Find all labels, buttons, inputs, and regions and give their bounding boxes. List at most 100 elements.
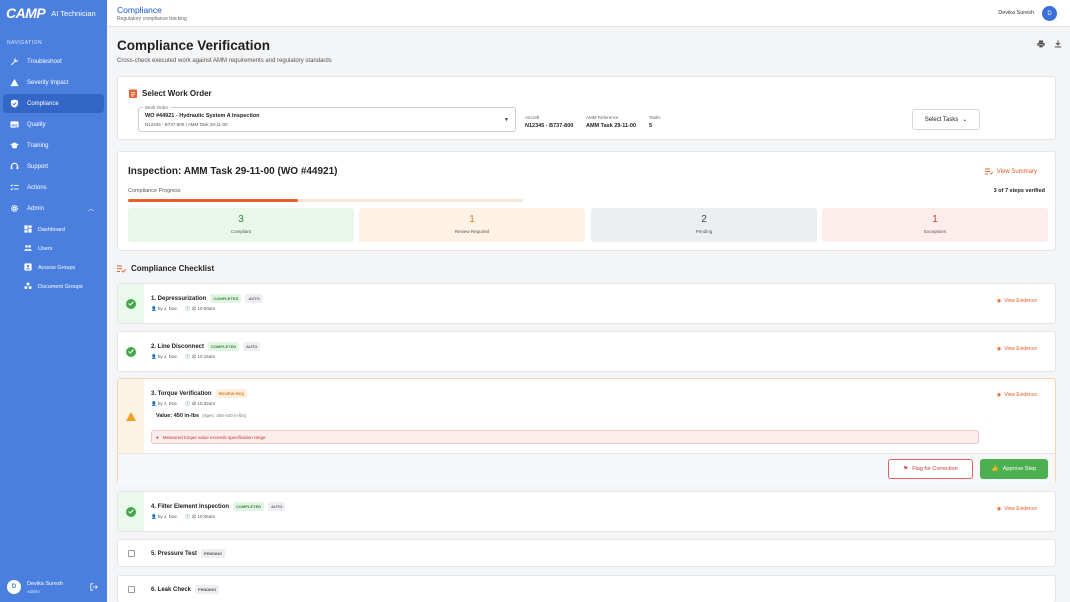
step-time: @ 10:45am: [191, 514, 216, 519]
checklist-title: Compliance Checklist: [131, 264, 215, 273]
meta-label: AMM Reference: [586, 115, 619, 120]
sidebar-subitem-label: Document Groups: [38, 283, 83, 290]
sidebar-item-actions[interactable]: Actions: [3, 178, 104, 197]
step-by: by J. Doe: [157, 401, 177, 406]
approve-step-button[interactable]: 👍 Approve Step: [980, 459, 1048, 479]
meta-value: 5: [649, 123, 653, 129]
sidebar-item-training[interactable]: Training: [3, 136, 104, 155]
step-title-row: 3. Torque Verification REVIEW REQ: [151, 389, 248, 398]
sidebar-item-label: Actions: [27, 184, 47, 191]
stat-label: Review Required: [454, 229, 490, 234]
user-icon: 👤 by J. Doe: [151, 306, 177, 311]
sidebar-item-troubleshoot[interactable]: Troubleshoot: [3, 52, 104, 71]
svg-text:HQ: HQ: [11, 122, 17, 127]
tasks-info: Tasks 5: [649, 115, 661, 129]
flag-icon: ⚑: [903, 466, 909, 472]
topbar-title: Compliance: [117, 5, 162, 15]
view-evidence-button[interactable]: ◉ View Evidence: [997, 506, 1037, 512]
sidebar-subitem-document-groups[interactable]: Document Groups: [0, 277, 107, 296]
meta-label: Tasks: [649, 115, 661, 120]
eye-icon: ◉: [996, 506, 1002, 512]
page-title: Compliance Verification: [117, 38, 271, 53]
select-tasks-button[interactable]: Select Tasks ⌄: [912, 109, 980, 130]
avatar[interactable]: D: [7, 580, 21, 594]
avatar[interactable]: D: [1042, 6, 1057, 21]
sidebar-subitem-label: Access Groups: [38, 264, 76, 271]
headset-icon: [10, 162, 19, 171]
view-evidence-button[interactable]: ◉ View Evidence: [997, 392, 1037, 398]
clock-icon: 🕓 @ 10:15am: [184, 354, 216, 359]
checklist-step: 4. Filter Element Inspection COMPLETED A…: [117, 491, 1056, 532]
eye-icon: ◉: [996, 346, 1002, 352]
progress-label: Compliance Progress: [128, 188, 181, 194]
sidebar-item-admin[interactable]: Admin ︿: [3, 199, 104, 218]
app-subtitle: AI Technician: [51, 8, 96, 18]
step-title-row: 2. Line Disconnect COMPLETED AUTO: [151, 342, 261, 351]
sidebar-item-label: Quality: [27, 121, 46, 128]
step-title: 1. Depressurization: [151, 295, 207, 302]
sidebar-item-compliance[interactable]: Compliance: [3, 94, 104, 113]
button-label: Select Tasks: [924, 116, 959, 123]
logout-icon[interactable]: [90, 583, 98, 591]
progress-bar: [128, 199, 523, 202]
step-status: [118, 284, 144, 323]
error-alert: ● Measured torque value exceeds specifica…: [151, 430, 979, 444]
button-label: View Evidence: [1004, 506, 1037, 512]
stat-compliant: 3 Compliant: [128, 208, 354, 242]
button-label: Flag for Correction: [912, 466, 958, 472]
button-label: View Evidence: [1004, 392, 1037, 398]
topbar-user-name: Devika Suresh: [998, 10, 1034, 16]
step-title-row: 6. Leak Check PENDING: [151, 585, 220, 594]
clock-icon: 🕓 @ 10:00am: [184, 306, 216, 311]
checklist-step: 2. Line Disconnect COMPLETED AUTO 👤 by J…: [117, 331, 1056, 372]
sidebar-subitem-users[interactable]: Users: [0, 239, 107, 258]
field-label: Work Order: [143, 105, 171, 110]
work-order-meta: N12345 - B737-800 | AMM Task 29-11-00: [145, 122, 228, 127]
work-order-value: WO #44921 - Hydraulic System A Inspectio…: [145, 113, 260, 119]
value-text: Value: 450 in-lbs: [156, 413, 200, 419]
logo-row: CAMP AI Technician: [0, 0, 107, 26]
sidebar-item-severity-impact[interactable]: Severity Impact: [3, 73, 104, 92]
clipboard-icon: [129, 89, 137, 98]
stat-review-required: 1 Review Required: [359, 208, 585, 242]
flag-for-correction-button[interactable]: ⚑ Flag for Correction: [888, 459, 973, 479]
gear-icon: [10, 204, 19, 213]
download-icon[interactable]: [1054, 40, 1062, 48]
eye-icon: ◉: [996, 298, 1002, 304]
view-summary-button[interactable]: View Summary: [984, 168, 1037, 175]
sidebar-item-support[interactable]: Support: [3, 157, 104, 176]
meta-value: N12345 - B737-800: [525, 123, 574, 129]
inspection-card: Inspection: AMM Task 29-11-00 (WO #44921…: [117, 151, 1056, 251]
page-subtitle: Cross-check executed work against AMM re…: [117, 58, 332, 64]
sidebar-subitem-dashboard[interactable]: Dashboard: [0, 220, 107, 239]
app-logo[interactable]: CAMP: [6, 5, 46, 21]
sidebar-subitem-access-groups[interactable]: Access Groups: [0, 258, 107, 277]
checkbox[interactable]: [127, 549, 135, 557]
checklist-icon: [10, 183, 19, 192]
sidebar: CAMP AI Technician NAVIGATION Troublesho…: [0, 0, 107, 602]
checklist-step: 6. Leak Check PENDING: [117, 575, 1056, 602]
step-title: 3. Torque Verification: [151, 390, 212, 397]
sidebar-subitem-label: Users: [38, 245, 53, 252]
checkbox[interactable]: [127, 585, 135, 593]
print-icon[interactable]: [1037, 40, 1045, 48]
checklist-icon: [117, 265, 126, 273]
step-meta: 👤 by J. Doe 🕓 @ 10:32am: [151, 401, 215, 407]
sidebar-item-quality[interactable]: HQ Quality: [3, 115, 104, 134]
step-meta: 👤 by J. Doe 🕓 @ 10:45am: [151, 514, 215, 520]
work-order-select[interactable]: Work Order WO #44921 - Hydraulic System …: [138, 105, 516, 132]
view-evidence-button[interactable]: ◉ View Evidence: [997, 298, 1037, 304]
checklist-heading: Compliance Checklist: [117, 264, 214, 273]
dashboard-icon: [24, 224, 32, 235]
view-evidence-button[interactable]: ◉ View Evidence: [997, 346, 1037, 352]
amm-info: AMM Reference AMM Task 29-11-00: [586, 115, 636, 129]
wrench-icon: [10, 57, 19, 66]
measured-value: Value: 450 in-lbs (Spec: 400-440 in-lbs): [156, 413, 246, 419]
status-badge: REVIEW REQ: [215, 389, 248, 398]
user-icon: 👤 by J. Doe: [151, 401, 177, 406]
stat-number: 1: [469, 214, 475, 225]
document-groups-icon: [24, 282, 32, 292]
button-label: Approve Step: [1002, 466, 1037, 472]
user-icon: 👤 by J. Doe: [151, 514, 177, 519]
eye-icon: ◉: [996, 392, 1002, 398]
